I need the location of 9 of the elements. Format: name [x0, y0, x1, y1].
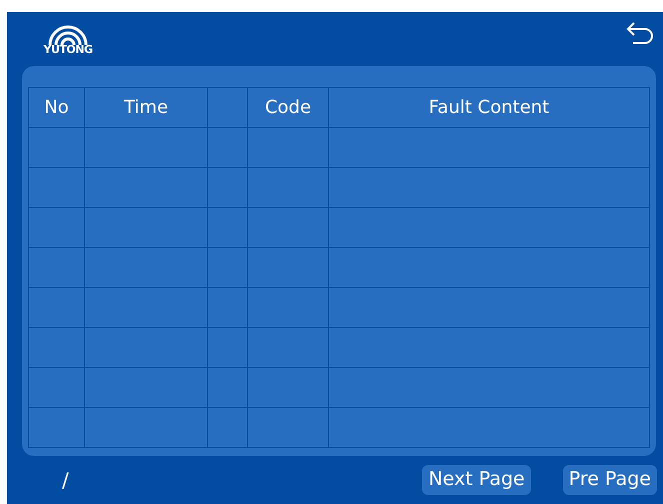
column-header: Time: [124, 97, 168, 118]
page-indicator: /: [62, 467, 69, 494]
page-button[interactable]: Next Page: [422, 465, 531, 495]
column-header: No: [44, 97, 69, 118]
page-button[interactable]: Pre Page: [562, 465, 657, 495]
column-header: Code: [264, 97, 312, 118]
back-icon[interactable]: [625, 22, 655, 46]
logo-text: YUTONG: [44, 44, 92, 55]
column-header: Fault Content: [428, 97, 550, 118]
